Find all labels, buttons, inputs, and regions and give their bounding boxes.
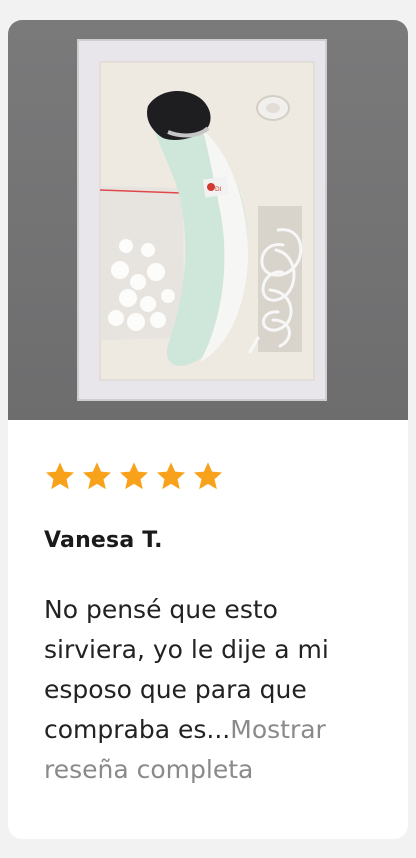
review-card: DI Vanesa T. No pensé que esto sirviera,… xyxy=(8,20,408,839)
star-icon xyxy=(46,462,74,490)
star-rating xyxy=(44,460,224,494)
star-icon xyxy=(83,462,111,490)
review-ellipsis: ... xyxy=(206,715,231,744)
review-text-block: No pensé que esto sirviera, yo le dije a… xyxy=(44,590,384,790)
product-box-image: DI xyxy=(77,39,327,401)
review-photo[interactable]: DI xyxy=(8,20,408,420)
star-icon xyxy=(120,462,148,490)
product-label-text: DI xyxy=(215,186,222,193)
star-icon xyxy=(157,462,185,490)
star-icon xyxy=(194,462,222,490)
reviewer-name: Vanesa T. xyxy=(44,528,163,553)
